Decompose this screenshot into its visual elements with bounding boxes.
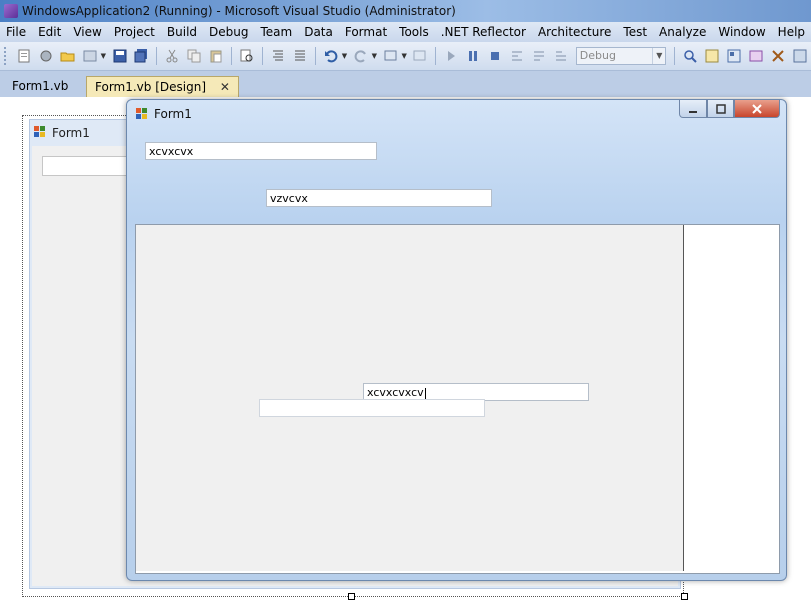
- menu-architecture[interactable]: Architecture: [532, 22, 617, 42]
- close-button[interactable]: [734, 100, 780, 118]
- window-title: WindowsApplication2 (Running) - Microsof…: [22, 4, 456, 18]
- menu-edit[interactable]: Edit: [32, 22, 67, 42]
- start-page-icon[interactable]: [791, 47, 809, 65]
- design-textbox[interactable]: [42, 156, 132, 176]
- textbox-1-value: xcvxcvx: [149, 145, 194, 158]
- textbox-3-value: xcvxcvxcv: [367, 386, 424, 399]
- find-in-files-icon[interactable]: [681, 47, 699, 65]
- copy-icon[interactable]: [185, 47, 203, 65]
- form-icon: [136, 108, 147, 119]
- textbox-1[interactable]: xcvxcvx: [145, 142, 377, 160]
- resize-handle-corner[interactable]: [681, 593, 688, 600]
- running-form-window[interactable]: Form1 xcvxcvx vzvcvx xcvxcvxcv: [126, 99, 787, 581]
- uncomment-icon[interactable]: [291, 47, 309, 65]
- step-into-icon[interactable]: [508, 47, 526, 65]
- navigate-backward-icon[interactable]: [382, 47, 400, 65]
- new-project-icon[interactable]: [15, 47, 33, 65]
- chevron-down-icon[interactable]: ▼: [652, 48, 665, 64]
- chevron-down-icon[interactable]: ▼: [101, 52, 107, 60]
- stop-icon[interactable]: [486, 47, 504, 65]
- toolbar-separator: [262, 47, 264, 65]
- start-debugging-icon[interactable]: [442, 47, 460, 65]
- menu-format[interactable]: Format: [339, 22, 393, 42]
- standard-toolbar: ▼ ▼ ▼ ▼ Debug ▼: [0, 42, 811, 71]
- undo-icon[interactable]: [322, 47, 340, 65]
- chevron-down-icon[interactable]: ▼: [372, 52, 378, 60]
- running-form-title: Form1: [154, 107, 192, 121]
- menu-view[interactable]: View: [67, 22, 107, 42]
- cut-icon[interactable]: [163, 47, 181, 65]
- resize-handle-bottom[interactable]: [348, 593, 355, 600]
- save-icon[interactable]: [111, 47, 129, 65]
- menu-tools[interactable]: Tools: [393, 22, 435, 42]
- document-tab-strip: Form1.vb Form1.vb [Design] ✕: [0, 71, 811, 97]
- menu-test[interactable]: Test: [617, 22, 653, 42]
- tab-label: Form1.vb [Design]: [95, 80, 207, 94]
- find-icon[interactable]: [238, 47, 256, 65]
- menu-net-reflector[interactable]: .NET Reflector: [435, 22, 532, 42]
- form-client-area: xcvxcvx vzvcvx: [135, 130, 778, 224]
- tab-form1-design[interactable]: Form1.vb [Design] ✕: [86, 76, 239, 97]
- menu-file[interactable]: File: [0, 22, 32, 42]
- menu-build[interactable]: Build: [161, 22, 203, 42]
- menu-team[interactable]: Team: [254, 22, 298, 42]
- maximize-icon: [715, 103, 726, 114]
- toolbar-separator: [314, 47, 316, 65]
- add-item-icon[interactable]: [37, 47, 55, 65]
- visual-studio-icon: [4, 4, 18, 18]
- properties-icon[interactable]: [725, 47, 743, 65]
- design-form-title: Form1: [52, 126, 90, 140]
- container-panel[interactable]: xcvxcvxcv: [135, 224, 780, 574]
- tab-form1-code[interactable]: Form1.vb: [4, 76, 76, 96]
- step-out-icon[interactable]: [552, 47, 570, 65]
- tab-label: Form1.vb: [12, 79, 69, 93]
- pause-icon[interactable]: [464, 47, 482, 65]
- solution-configuration-dropdown[interactable]: Debug ▼: [575, 47, 667, 65]
- form-icon: [34, 126, 45, 137]
- chevron-down-icon[interactable]: ▼: [401, 52, 407, 60]
- menu-window[interactable]: Window: [712, 22, 771, 42]
- solution-explorer-icon[interactable]: [703, 47, 721, 65]
- minimize-icon: [689, 110, 697, 113]
- maximize-button[interactable]: [707, 100, 734, 118]
- toolbox-icon[interactable]: [769, 47, 787, 65]
- step-over-icon[interactable]: [530, 47, 548, 65]
- window-controls: [679, 100, 780, 118]
- toolbar-separator: [156, 47, 158, 65]
- add-new-item-icon[interactable]: [81, 47, 99, 65]
- open-folder-icon[interactable]: [59, 47, 77, 65]
- redo-icon[interactable]: [352, 47, 370, 65]
- toolbar-separator: [231, 47, 233, 65]
- minimize-button[interactable]: [679, 100, 707, 118]
- menu-bar: File Edit View Project Build Debug Team …: [0, 22, 811, 42]
- textbox-2[interactable]: vzvcvx: [266, 189, 492, 207]
- toolbar-grip[interactable]: [4, 47, 9, 65]
- textbox-4[interactable]: [259, 399, 485, 417]
- navigate-forward-icon[interactable]: [411, 47, 429, 65]
- menu-analyze[interactable]: Analyze: [653, 22, 712, 42]
- toolbar-separator: [435, 47, 437, 65]
- chevron-down-icon[interactable]: ▼: [342, 52, 348, 60]
- close-icon[interactable]: ✕: [220, 80, 230, 94]
- comment-icon[interactable]: [269, 47, 287, 65]
- menu-help[interactable]: Help: [772, 22, 811, 42]
- menu-data[interactable]: Data: [298, 22, 339, 42]
- textbox-2-value: vzvcvx: [270, 192, 308, 205]
- paste-icon[interactable]: [207, 47, 225, 65]
- vs-title-bar: WindowsApplication2 (Running) - Microsof…: [0, 0, 811, 22]
- text-caret: [424, 387, 426, 399]
- menu-project[interactable]: Project: [108, 22, 161, 42]
- close-icon: [752, 103, 762, 114]
- solution-configuration-value: Debug: [579, 49, 616, 62]
- save-all-icon[interactable]: [132, 47, 150, 65]
- menu-debug[interactable]: Debug: [203, 22, 254, 42]
- object-browser-icon[interactable]: [747, 47, 765, 65]
- toolbar-separator: [674, 47, 676, 65]
